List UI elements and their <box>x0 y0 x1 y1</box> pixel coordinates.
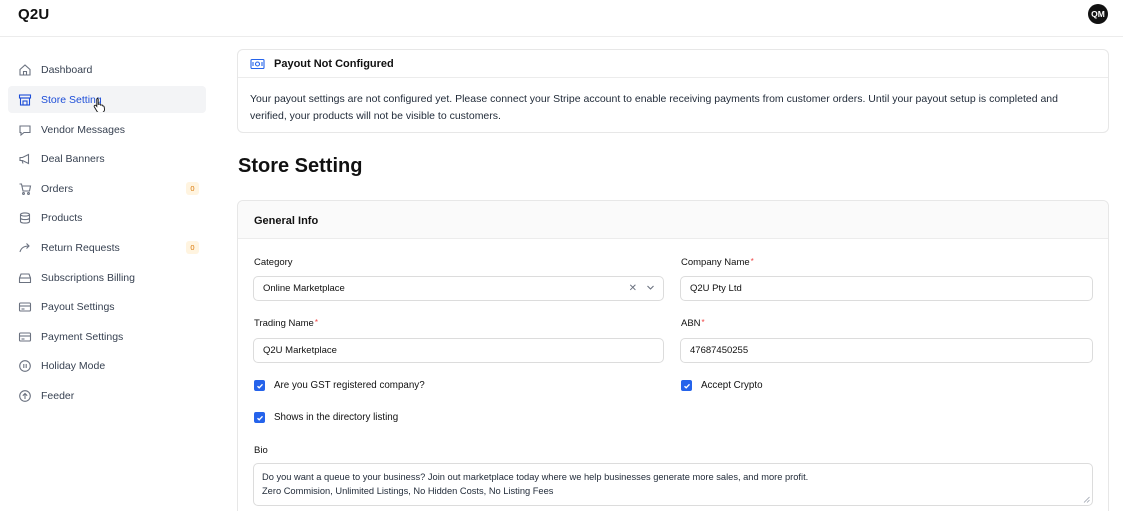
sidebar-item-payout-settings[interactable]: Payout Settings <box>8 293 206 320</box>
user-avatar[interactable]: QM <box>1088 4 1108 24</box>
sidebar-item-store-setting[interactable]: Store Setting <box>8 86 206 113</box>
category-value: Online Marketplace <box>263 283 345 294</box>
pause-circle-icon <box>18 359 32 373</box>
trading-name-label: Trading Name* <box>254 318 318 329</box>
card-icon <box>18 300 32 314</box>
sidebar-item-label: Holiday Mode <box>41 359 106 372</box>
sidebar-item-subscriptions-billing[interactable]: Subscriptions Billing <box>8 264 206 291</box>
bio-line: Zero Commision, Unlimited Listings, No H… <box>262 486 554 496</box>
gst-checkbox[interactable] <box>254 380 265 391</box>
required-marker: * <box>750 257 754 266</box>
tray-icon <box>18 271 32 285</box>
sidebar-item-products[interactable]: Products <box>8 204 206 231</box>
top-bar: Q2U QM <box>0 0 1123 37</box>
sidebar-item-label: Subscriptions Billing <box>41 271 135 284</box>
sidebar-item-orders[interactable]: Orders 0 <box>8 175 206 202</box>
directory-checkbox[interactable] <box>254 412 265 423</box>
sidebar-item-label: Store Setting <box>41 93 102 106</box>
message-icon <box>18 123 32 137</box>
bio-line: Do you want a queue to your business? Jo… <box>262 472 809 482</box>
gst-checkbox-label: Are you GST registered company? <box>274 380 425 391</box>
megaphone-icon <box>18 152 32 166</box>
sidebar-item-payment-settings[interactable]: Payment Settings <box>8 323 206 350</box>
sidebar-item-dashboard[interactable]: Dashboard <box>8 56 206 83</box>
chevron-down-icon[interactable] <box>646 283 655 295</box>
payout-warning-message: Your payout settings are not configured … <box>250 93 1058 122</box>
home-icon <box>18 63 32 77</box>
abn-value: 47687450255 <box>690 345 749 356</box>
sidebar-item-label: Payment Settings <box>41 330 124 343</box>
bio-label: Bio <box>254 445 268 456</box>
abn-field[interactable]: 47687450255 <box>680 338 1093 363</box>
gst-checkbox-row[interactable]: Are you GST registered company? <box>254 380 425 391</box>
company-name-label: Company Name* <box>681 257 754 268</box>
sidebar-item-label: Products <box>41 211 83 224</box>
sidebar-item-label: Orders <box>41 182 74 195</box>
payout-warning-card: Payout Not Configured Your payout settin… <box>237 49 1109 133</box>
sidebar-item-label: Dashboard <box>41 63 93 76</box>
category-select[interactable]: Online Marketplace ✕ <box>253 276 664 301</box>
bio-textarea[interactable]: Do you want a queue to your business? Jo… <box>253 463 1093 506</box>
clear-icon[interactable]: ✕ <box>629 283 637 295</box>
sidebar-item-return-requests[interactable]: Return Requests 0 <box>8 234 206 261</box>
payout-warning-title: Payout Not Configured <box>274 57 394 70</box>
hand-cursor-icon <box>93 97 105 112</box>
company-name-value: Q2U Pty Ltd <box>690 283 742 294</box>
crypto-checkbox-row[interactable]: Accept Crypto <box>681 380 763 391</box>
payout-warning-header: Payout Not Configured <box>238 50 1108 78</box>
sidebar-item-label: Deal Banners <box>41 152 105 165</box>
crypto-checkbox-label: Accept Crypto <box>701 380 763 391</box>
app-logo[interactable]: Q2U <box>18 6 49 23</box>
abn-label: ABN* <box>681 318 705 329</box>
company-name-field[interactable]: Q2U Pty Ltd <box>680 276 1093 301</box>
general-info-title: General Info <box>254 215 319 227</box>
returns-count-badge: 0 <box>186 241 199 254</box>
banknote-icon <box>250 58 265 70</box>
crypto-checkbox[interactable] <box>681 380 692 391</box>
database-icon <box>18 211 32 225</box>
orders-count-badge: 0 <box>186 182 199 195</box>
category-label: Category <box>254 257 293 268</box>
resize-grip-icon[interactable] <box>1083 496 1090 503</box>
card-icon <box>18 330 32 344</box>
return-arrow-icon <box>18 241 32 255</box>
cloud-upload-icon <box>18 389 32 403</box>
sidebar-item-deal-banners[interactable]: Deal Banners <box>8 145 206 172</box>
trading-name-value: Q2U Marketplace <box>263 345 337 356</box>
store-icon <box>18 93 32 107</box>
sidebar: Dashboard Store Setting Vendor Messages … <box>0 38 218 511</box>
sidebar-item-label: Feeder <box>41 389 75 402</box>
general-info-header: General Info <box>238 201 1108 239</box>
sidebar-item-label: Return Requests <box>41 241 120 254</box>
required-marker: * <box>701 318 705 327</box>
sidebar-item-label: Payout Settings <box>41 300 115 313</box>
sidebar-item-label: Vendor Messages <box>41 123 126 136</box>
trading-name-field[interactable]: Q2U Marketplace <box>253 338 664 363</box>
required-marker: * <box>314 318 318 327</box>
cart-icon <box>18 182 32 196</box>
sidebar-item-feeder[interactable]: Feeder <box>8 382 206 409</box>
sidebar-item-holiday-mode[interactable]: Holiday Mode <box>8 352 206 379</box>
directory-checkbox-label: Shows in the directory listing <box>274 412 399 423</box>
directory-checkbox-row[interactable]: Shows in the directory listing <box>254 412 398 423</box>
sidebar-item-vendor-messages[interactable]: Vendor Messages <box>8 116 206 143</box>
page-title: Store Setting <box>238 155 363 177</box>
